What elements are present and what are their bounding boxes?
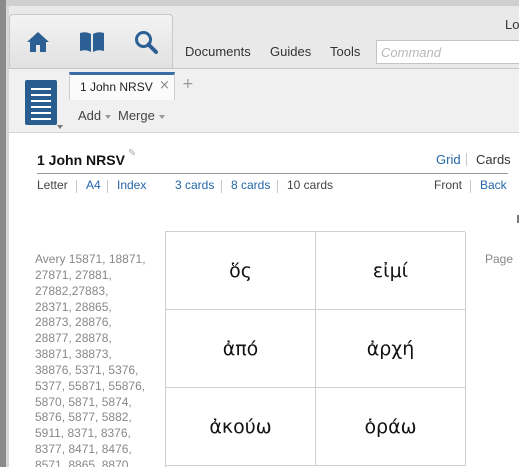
menu-tools[interactable]: Tools [330, 44, 360, 59]
paper-letter: Letter [37, 178, 68, 192]
divider [470, 180, 471, 193]
view-grid-link[interactable]: Grid [436, 152, 461, 167]
tab-label: 1 John NRSV [80, 80, 153, 94]
divider [107, 180, 108, 193]
merge-label: Merge [118, 108, 155, 123]
cards-10-current: 10 cards [287, 178, 334, 192]
library-book-icon[interactable] [79, 31, 105, 53]
divider [221, 180, 222, 193]
home-icon[interactable] [26, 30, 50, 54]
chevron-down-icon [105, 114, 112, 119]
divider [277, 180, 278, 193]
cards-8-link[interactable]: 8 cards [231, 178, 270, 192]
paper-a4-link[interactable]: A4 [86, 178, 101, 192]
side-back-link[interactable]: Back [480, 178, 507, 192]
page-label: Page [485, 252, 514, 266]
flashcard[interactable]: ὅς [166, 232, 316, 310]
menu-guides[interactable]: Guides [270, 44, 311, 59]
search-icon[interactable] [134, 30, 158, 54]
menu-documents[interactable]: Documents [185, 44, 251, 59]
tab-1-john-nrsv[interactable]: 1 John NRSV × [69, 72, 175, 100]
header-rule [37, 173, 508, 174]
flashcard[interactable]: ἀπό [166, 310, 316, 388]
tab-close-icon[interactable]: × [159, 78, 170, 93]
add-label: Add [78, 108, 102, 123]
paper-index-link[interactable]: Index [117, 178, 146, 192]
flashcard[interactable]: ἀκούω [166, 388, 316, 466]
edit-title-pencil-icon[interactable]: ✎ [128, 148, 136, 159]
command-input[interactable]: Command [376, 40, 519, 64]
chevron-down-icon [158, 114, 165, 119]
document-title[interactable]: 1 John NRSV [37, 152, 125, 168]
divider [466, 153, 467, 166]
flashcard-grid: ὅς εἰμί ἀπό ἀρχή ἀκούω ὁράω [165, 231, 466, 467]
user-menu[interactable]: Lo [505, 17, 519, 32]
new-tab-icon[interactable]: + [182, 76, 194, 92]
panel-menu-icon[interactable] [25, 80, 57, 125]
avery-compatibility-note: Avery 15871, 18871, 27871, 27881, 27882,… [35, 252, 146, 467]
add-dropdown[interactable]: Add [78, 108, 112, 123]
cards-3-link[interactable]: 3 cards [175, 178, 214, 192]
view-cards-current: Cards [476, 152, 511, 167]
flashcard[interactable]: εἰμί [316, 232, 466, 310]
flashcard[interactable]: ὁράω [316, 388, 466, 466]
panel-menu-arrow-icon[interactable] [57, 125, 63, 129]
side-front-current: Front [434, 178, 463, 192]
merge-dropdown[interactable]: Merge [118, 108, 165, 123]
divider [76, 180, 77, 193]
flashcard[interactable]: ἀρχή [316, 310, 466, 388]
command-placeholder: Command [381, 45, 441, 60]
